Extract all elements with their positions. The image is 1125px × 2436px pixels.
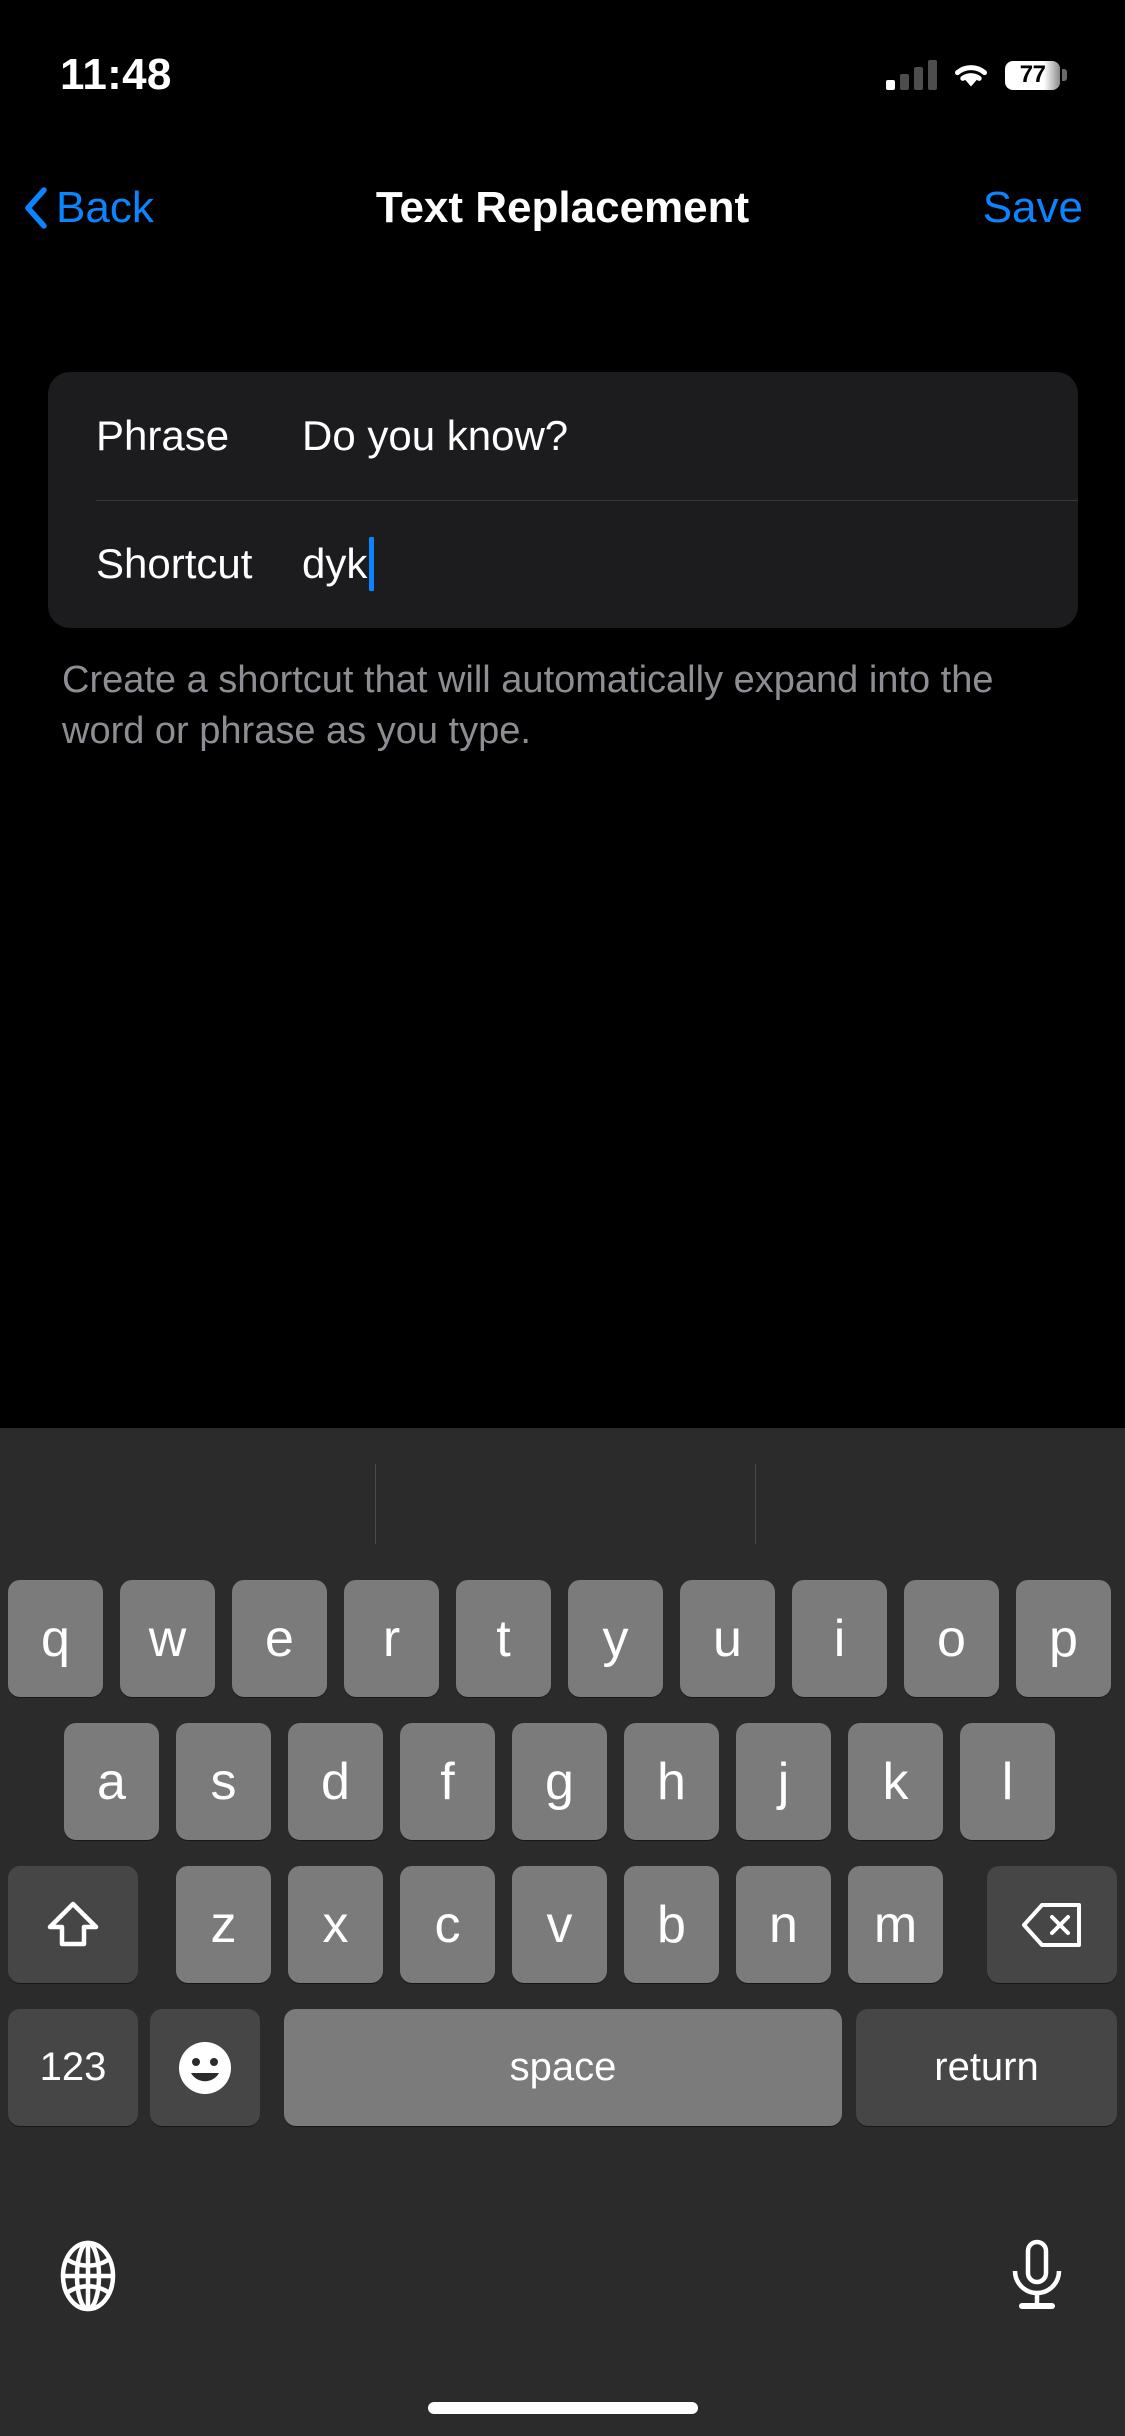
text-replacement-form: Phrase Do you know? Shortcut dyk	[48, 372, 1078, 628]
key-l[interactable]: l	[960, 1723, 1055, 1840]
phone-screen: 11:48 77 Back Text Replacement Save Phra…	[0, 0, 1125, 2436]
battery-percent: 77	[1019, 61, 1046, 88]
dictation-key[interactable]	[997, 2236, 1077, 2316]
key-p[interactable]: p	[1016, 1580, 1111, 1697]
shift-key[interactable]	[8, 1866, 138, 1983]
key-u[interactable]: u	[680, 1580, 775, 1697]
keyboard-row-4: 123 space return	[0, 2009, 1125, 2126]
text-cursor	[369, 537, 375, 591]
shortcut-row[interactable]: Shortcut dyk	[48, 500, 1078, 628]
numbers-key[interactable]: 123	[8, 2009, 138, 2126]
form-footnote: Create a shortcut that will automaticall…	[62, 659, 994, 753]
keyboard-row-3: zxcvbnm	[0, 1866, 1125, 1983]
keyboard-row-2: asdfghjkl	[0, 1723, 1125, 1840]
key-n[interactable]: n	[736, 1866, 831, 1983]
key-z[interactable]: z	[176, 1866, 271, 1983]
space-key[interactable]: space	[284, 2009, 842, 2126]
status-bar-time: 11:48	[60, 50, 172, 99]
key-y[interactable]: y	[568, 1580, 663, 1697]
key-x[interactable]: x	[288, 1866, 383, 1983]
page-title: Text Replacement	[375, 183, 750, 232]
cellular-signal-icon	[886, 60, 937, 90]
key-i[interactable]: i	[792, 1580, 887, 1697]
shortcut-input[interactable]: dyk	[302, 537, 375, 591]
wifi-icon	[955, 65, 987, 87]
navigation-bar: Back Text Replacement Save	[0, 160, 1125, 256]
key-q[interactable]: q	[8, 1580, 103, 1697]
keyboard-row-1: qwertyuiop	[0, 1580, 1125, 1697]
emoji-key[interactable]	[150, 2009, 260, 2126]
status-bar-indicators: 77	[886, 60, 1067, 90]
phrase-input[interactable]: Do you know?	[302, 412, 568, 460]
key-r[interactable]: r	[344, 1580, 439, 1697]
phrase-value: Do you know?	[302, 412, 569, 459]
status-bar: 11:48 77	[0, 0, 1125, 132]
globe-icon	[60, 2240, 116, 2312]
predictive-divider	[755, 1464, 756, 1544]
key-o[interactable]: o	[904, 1580, 999, 1697]
shortcut-label: Shortcut	[96, 540, 253, 587]
home-indicator	[427, 2402, 698, 2414]
phrase-row[interactable]: Phrase Do you know?	[48, 372, 1078, 500]
smiley-face-icon	[179, 2041, 231, 2094]
key-c[interactable]: c	[400, 1866, 495, 1983]
key-e[interactable]: e	[232, 1580, 327, 1697]
key-b[interactable]: b	[624, 1866, 719, 1983]
microphone-icon	[1012, 2239, 1062, 2309]
phrase-label: Phrase	[96, 412, 230, 459]
shortcut-value: dyk	[302, 540, 368, 587]
key-a[interactable]: a	[64, 1723, 159, 1840]
predictive-divider	[375, 1464, 376, 1544]
key-k[interactable]: k	[848, 1723, 943, 1840]
key-m[interactable]: m	[848, 1866, 943, 1983]
key-j[interactable]: j	[736, 1723, 831, 1840]
battery-icon: 77	[1005, 60, 1067, 90]
keyboard-bottom-bar	[0, 2208, 1125, 2436]
globe-key[interactable]	[48, 2236, 128, 2316]
key-w[interactable]: w	[120, 1580, 215, 1697]
return-key[interactable]: return	[856, 2009, 1117, 2126]
key-f[interactable]: f	[400, 1723, 495, 1840]
backspace-key[interactable]	[987, 1866, 1117, 1983]
save-button[interactable]: Save	[983, 160, 1083, 256]
shift-arrow-icon	[47, 1901, 99, 1946]
key-s[interactable]: s	[176, 1723, 271, 1840]
delete-left-icon	[1022, 1902, 1081, 1947]
key-t[interactable]: t	[456, 1580, 551, 1697]
key-g[interactable]: g	[512, 1723, 607, 1840]
key-v[interactable]: v	[512, 1866, 607, 1983]
key-h[interactable]: h	[624, 1723, 719, 1840]
predictive-text-bar[interactable]	[0, 1428, 1125, 1580]
key-d[interactable]: d	[288, 1723, 383, 1840]
